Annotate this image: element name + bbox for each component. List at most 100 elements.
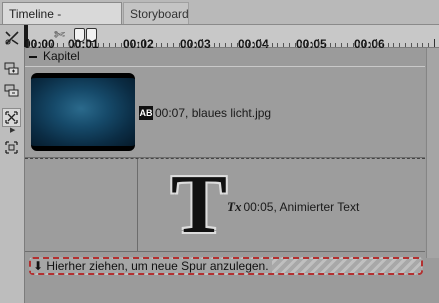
vertical-scrollbar[interactable] <box>426 48 439 258</box>
ruler-tick-mark <box>51 43 53 47</box>
ruler-tick-mark <box>271 43 273 47</box>
ruler-tick-mark <box>225 43 227 47</box>
ruler-tick-mark <box>149 43 151 47</box>
ruler-tick-mark <box>428 43 430 47</box>
track-image[interactable]: AB 00:07, blaues licht.jpg <box>25 66 425 158</box>
ruler-tick-mark <box>126 43 128 47</box>
ruler-tick-mark <box>347 43 348 47</box>
clip-info: Tx 00:05, Animierter Text <box>227 199 359 215</box>
add-track-icon[interactable] <box>2 58 21 77</box>
ruler-tick-mark <box>91 43 93 47</box>
ruler-tick-mark <box>120 43 122 47</box>
clip-label: 00:05, Animierter Text <box>243 200 360 214</box>
ruler-tick-mark <box>178 43 180 47</box>
ruler-tick-mark <box>202 39 203 47</box>
ruler-tick-mark <box>207 43 209 47</box>
ruler-tick-mark <box>33 43 35 47</box>
text-preview-glyph[interactable]: T <box>171 163 227 247</box>
ruler-tick-mark <box>57 43 58 47</box>
ruler-tick-mark <box>422 43 424 47</box>
remove-track-icon[interactable] <box>2 80 21 99</box>
ruler-tick-mark <box>74 43 76 47</box>
ruler-tick-mark <box>248 43 250 47</box>
ruler-tick-mark <box>86 39 87 47</box>
clip-thumbnail-blaues-licht[interactable] <box>31 73 135 151</box>
ruler-tick-mark <box>68 43 70 47</box>
ruler-tick-mark <box>352 43 354 47</box>
ruler-tick-mark <box>364 43 366 47</box>
ruler-tick-mark <box>376 39 377 47</box>
timeline-area: Kapitel AB 00:07, blaues licht.jpg T Tx … <box>25 48 439 303</box>
ruler-tick-mark <box>399 43 401 47</box>
chapter-label: Kapitel <box>43 49 80 63</box>
ruler-tick-mark <box>103 43 105 47</box>
ruler-tick-mark <box>410 43 412 47</box>
ruler-tick-mark <box>370 43 372 47</box>
ruler-tick-mark <box>155 43 157 47</box>
ruler-tick-mark <box>335 43 337 47</box>
ruler-tick-mark <box>62 43 64 47</box>
tab-storyboard[interactable]: Storyboard <box>123 2 189 24</box>
ruler-tick-mark <box>196 43 198 47</box>
ruler-tick-mark <box>167 43 169 47</box>
ruler-tick-mark <box>236 43 238 47</box>
text-clip-icon: Tx <box>227 199 242 214</box>
image-clip-icon: AB <box>139 106 153 120</box>
collapse-icon[interactable] <box>29 55 37 58</box>
dropzone-text: Hierher ziehen, um neue Spur anzulegen. <box>46 259 269 273</box>
track-toolbar: ▶ <box>0 25 25 303</box>
fit-icon[interactable] <box>2 138 21 157</box>
ruler-tick-mark <box>242 43 244 47</box>
select-mode-icon[interactable] <box>2 108 21 127</box>
tab-timeline-spuransicht[interactable]: Timeline - Spuransicht <box>2 2 122 43</box>
ruler-tick-mark <box>190 43 192 47</box>
ruler-tick-mark <box>219 43 221 47</box>
chapter-header[interactable]: Kapitel <box>25 48 439 64</box>
ruler-tick-mark <box>289 43 290 47</box>
ruler-tick-mark <box>312 43 314 47</box>
ruler-tick-mark <box>260 39 261 47</box>
ruler-tick-mark <box>115 43 116 47</box>
ruler-tick-mark <box>109 43 111 47</box>
ruler-tick-mark <box>358 43 360 47</box>
ruler-tick-mark <box>97 43 99 47</box>
ruler-tick-mark <box>254 43 256 47</box>
tab-bar: Timeline - Spuransicht Storyboard <box>0 0 439 43</box>
dropzone-label: ⬇ Hierher ziehen, um neue Spur anzulegen… <box>31 259 272 273</box>
ruler-tick-mark <box>144 39 145 47</box>
ruler-tick-mark <box>213 43 215 47</box>
empty-track-cell <box>25 159 138 251</box>
track-text[interactable]: T Tx 00:05, Animierter Text <box>25 158 425 252</box>
ruler-tick-mark <box>277 43 279 47</box>
ruler-tick-mark <box>323 43 325 47</box>
ruler-tick-mark <box>387 43 389 47</box>
ruler-tick-mark <box>231 43 232 47</box>
ruler-tick-mark <box>39 43 41 47</box>
ruler-tick-mark <box>341 43 343 47</box>
cut-track-icon[interactable] <box>2 28 21 47</box>
ruler-tick-mark <box>184 43 186 47</box>
down-arrow-icon: ⬇ <box>33 259 44 273</box>
ruler-tick-mark <box>381 43 383 47</box>
ruler-tick-mark <box>265 43 267 47</box>
clip-label: 00:07, blaues licht.jpg <box>155 106 272 120</box>
ruler-tick-mark <box>300 43 302 47</box>
expand-arrow-icon: ▶ <box>10 127 16 134</box>
ruler-tick-mark <box>294 43 296 47</box>
ruler-tick-mark <box>138 43 140 47</box>
new-track-dropzone[interactable]: ⬇ Hierher ziehen, um neue Spur anzulegen… <box>29 257 423 275</box>
ruler-tick-mark <box>434 39 435 47</box>
ruler-tick-mark <box>161 43 163 47</box>
ruler-tick-mark <box>45 43 47 47</box>
ruler-tick-mark <box>416 43 418 47</box>
ruler-tick-mark <box>329 43 331 47</box>
ruler-tick-mark <box>283 43 285 47</box>
ruler-tick-mark <box>306 43 308 47</box>
ruler-tick-mark <box>132 43 134 47</box>
ruler-tick-mark <box>80 43 82 47</box>
clip-info: AB 00:07, blaues licht.jpg <box>139 106 271 120</box>
ruler-tick-mark <box>318 39 319 47</box>
ruler-tick-mark <box>405 43 406 47</box>
timeline-ruler[interactable]: ✄ 00:00 00:01 00:02 00:03 00:04 00:05 00… <box>24 25 439 51</box>
scissors-icon[interactable]: ✄ <box>54 27 65 43</box>
